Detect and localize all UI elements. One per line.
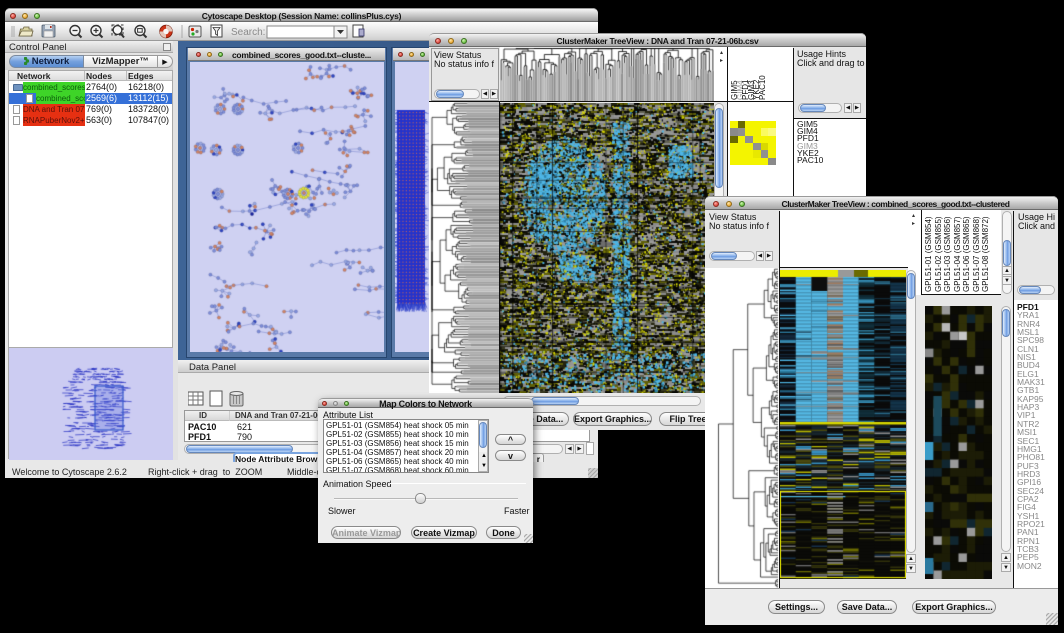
- svg-text:Search:: Search:: [231, 27, 265, 38]
